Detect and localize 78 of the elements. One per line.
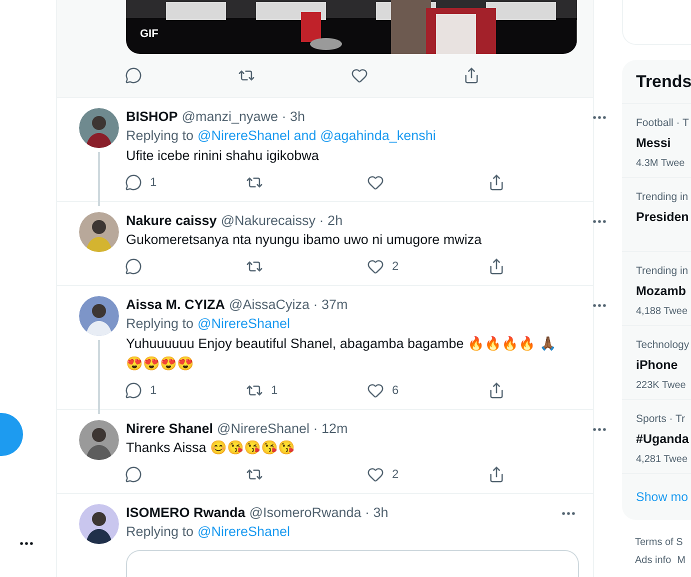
footer-link[interactable]: Terms of S	[635, 535, 683, 550]
share-icon	[463, 66, 480, 84]
avatar[interactable]	[78, 108, 118, 148]
share-icon	[488, 382, 505, 398]
like-button[interactable]: 6	[367, 380, 399, 400]
tweet-count: 4,281 Twee	[636, 452, 689, 466]
tweet-text: Thanks Aissa 😊😘😘😘😘	[126, 439, 296, 457]
heart-icon	[350, 66, 368, 84]
reply-icon	[125, 258, 142, 274]
handle-and-time[interactable]: @NirereShanel · 12m	[217, 419, 348, 439]
tweet-count: 223K Twee	[636, 378, 687, 392]
avatar[interactable]	[78, 420, 118, 460]
avatar[interactable]	[78, 212, 118, 252]
share-icon	[488, 174, 505, 190]
replying-label: Replying to	[126, 523, 194, 541]
tweet-text: Yuhuuuuuu Enjoy beautiful Shanel, abagamba bagambe 🔥🔥🔥🔥 🙏🏾😍😍😍😍	[126, 335, 558, 373]
gif-label: GIF	[140, 26, 158, 42]
heart-icon	[367, 174, 384, 190]
trend-item[interactable]: Trending in Mozamb 4,188 Twee	[622, 252, 691, 326]
share-button[interactable]	[463, 66, 480, 84]
tweet-text: Ufite icebe rinini shahu igikobwa	[126, 147, 320, 165]
trend-item[interactable]: Technology iPhone 223K Twee	[622, 326, 691, 400]
trend-context: Trending in	[636, 264, 690, 279]
footer-link[interactable]: M	[677, 553, 686, 568]
like-button[interactable]	[350, 66, 368, 84]
trend-item[interactable]: Sports · Tr #Uganda 4,281 Twee	[622, 400, 691, 474]
heart-icon	[367, 466, 384, 482]
handle-and-time[interactable]: @AissaCyiza · 37m	[229, 295, 348, 315]
trend-context: Technology	[636, 338, 690, 353]
heart-icon	[367, 382, 384, 398]
reply-icon	[125, 382, 142, 398]
display-name[interactable]: ISOMERO Rwanda	[126, 503, 246, 523]
trend-item[interactable]: Football · T Messi 4.3M Twee	[622, 104, 691, 178]
reply-button[interactable]: 1	[125, 380, 157, 400]
replying-label: Replying to	[126, 315, 194, 333]
trend-item[interactable]: Trending in Presiden	[622, 178, 691, 252]
reply-icon	[125, 466, 142, 482]
tweet-count: 4.3M Twee	[636, 156, 686, 170]
share-icon	[488, 466, 505, 482]
share-icon	[488, 258, 505, 274]
reply-button[interactable]	[125, 466, 142, 482]
reply-button[interactable]	[125, 66, 142, 84]
like-button[interactable]	[367, 174, 384, 190]
trend-context: Football · T	[636, 116, 690, 131]
share-button[interactable]	[488, 466, 505, 482]
display-name[interactable]: Aissa M. CYIZA	[126, 295, 226, 315]
avatar[interactable]	[78, 296, 118, 336]
trend-context: Trending in	[636, 190, 690, 205]
trend-name: Messi	[636, 134, 672, 152]
reply-icon	[125, 66, 142, 84]
share-button[interactable]	[488, 382, 505, 398]
footer-link[interactable]: Ads info	[635, 553, 672, 568]
retweet-button[interactable]: 1	[246, 380, 278, 400]
trend-name: Presiden	[636, 208, 690, 226]
trend-name: Mozamb	[636, 282, 687, 300]
handle-and-time[interactable]: @Nakurecaissy · 2h	[220, 211, 343, 231]
reply-button[interactable]: 1	[125, 172, 157, 192]
heart-icon	[367, 258, 384, 274]
trend-name: #Uganda	[636, 430, 690, 448]
tweet-count: 4,188 Twee	[636, 304, 689, 318]
reply-button[interactable]	[125, 258, 142, 274]
thread-line	[98, 152, 100, 206]
display-name[interactable]: Nakure caissy	[126, 211, 217, 231]
trend-context: Sports · Tr	[636, 412, 686, 427]
like-button[interactable]: 2	[367, 464, 399, 484]
share-button[interactable]	[488, 258, 505, 274]
avatar[interactable]	[78, 504, 118, 544]
trend-name: iPhone	[636, 356, 679, 374]
handle-and-time[interactable]: @manzi_nyawe · 3h	[182, 107, 306, 127]
reply-icon	[125, 174, 142, 190]
trends-title: Trends	[636, 70, 691, 93]
share-button[interactable]	[488, 174, 505, 190]
display-name[interactable]: Nirere Shanel	[126, 419, 214, 439]
replying-label: Replying to	[126, 127, 194, 145]
display-name[interactable]: BISHOP	[126, 107, 178, 127]
like-button[interactable]: 2	[367, 256, 399, 276]
tweet-text: Gukomeretsanya nta nyungu ibamo uwo ni umugore mwiza	[126, 231, 483, 249]
handle-and-time[interactable]: @IsomeroRwanda · 3h	[249, 503, 388, 523]
